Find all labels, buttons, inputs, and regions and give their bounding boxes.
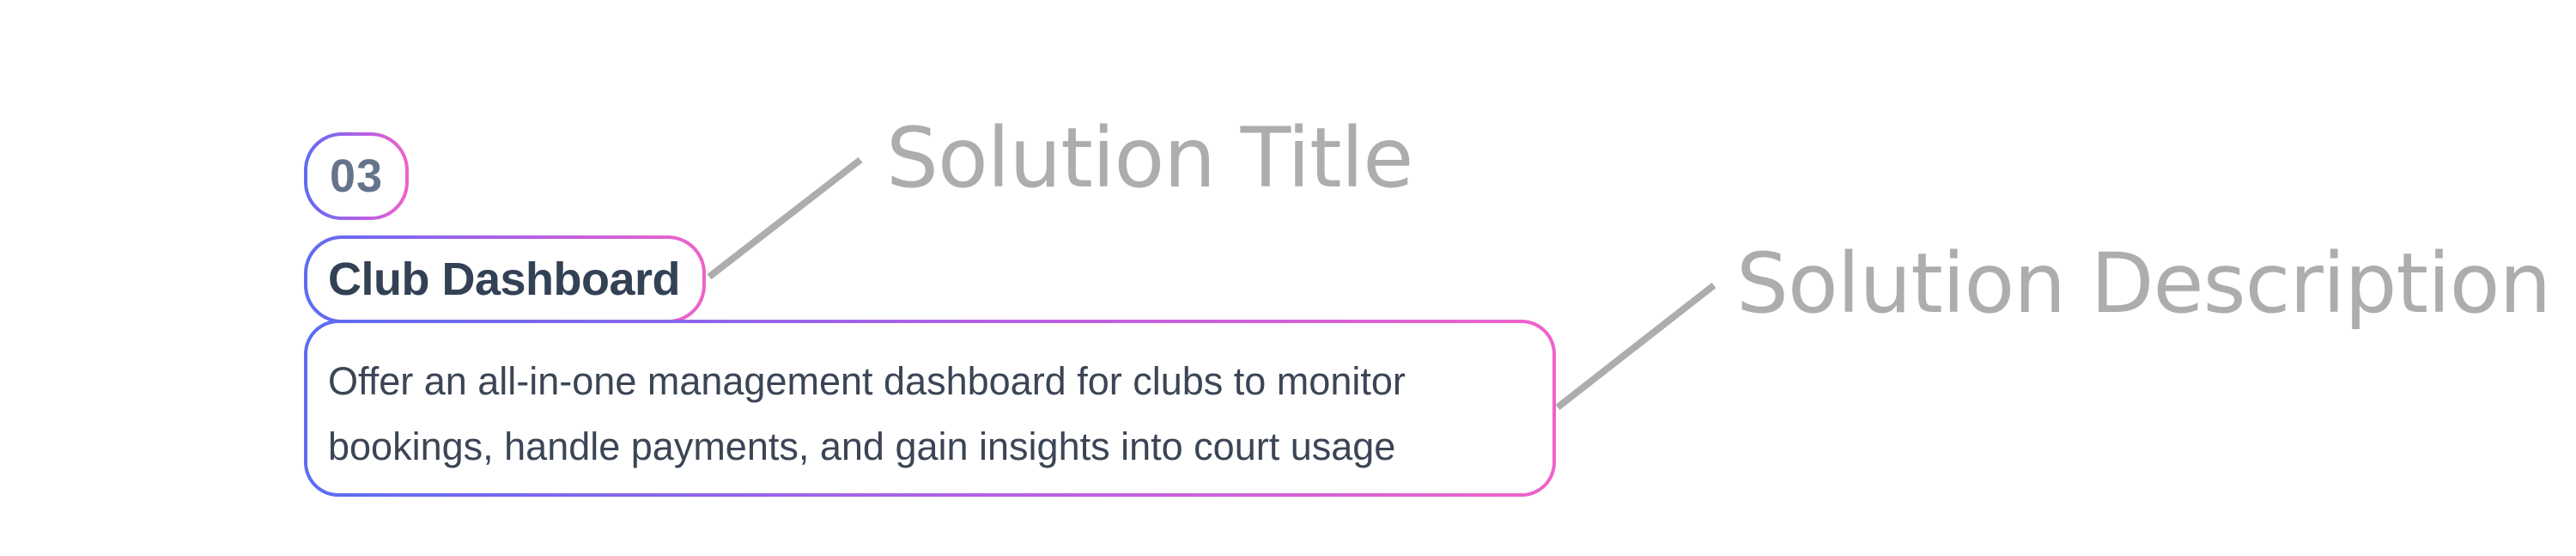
solution-title-box: Club Dashboard	[304, 235, 706, 323]
title-connector-line	[707, 156, 863, 280]
solution-title: Club Dashboard	[328, 254, 681, 305]
annotation-solution-description: Solution Description	[1736, 235, 2551, 332]
solution-description-box: Offer an all-in-one management dashboard…	[304, 320, 1556, 497]
solution-number-badge: 03	[304, 132, 409, 220]
solution-description: Offer an all-in-one management dashboard…	[328, 359, 1406, 468]
annotation-solution-title: Solution Title	[886, 110, 1413, 206]
solution-number: 03	[329, 150, 384, 202]
description-connector-line	[1555, 282, 1716, 411]
